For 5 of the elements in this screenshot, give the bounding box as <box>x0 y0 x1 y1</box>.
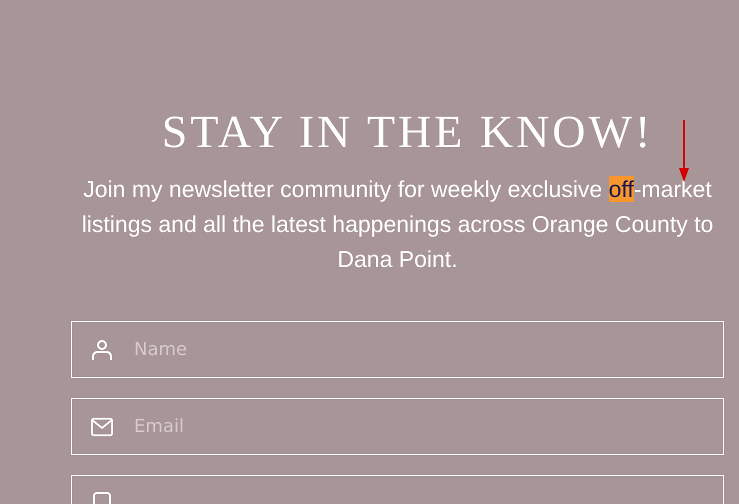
person-icon <box>91 338 113 360</box>
heading: STAY IN THE KNOW! <box>160 105 654 159</box>
mail-icon <box>91 416 113 436</box>
arrow-icon <box>678 120 688 182</box>
intro-text: Join my newsletter community for weekly exclusive off-market listings and all the latest happenings across Orange County to Dana Point. <box>80 175 714 274</box>
